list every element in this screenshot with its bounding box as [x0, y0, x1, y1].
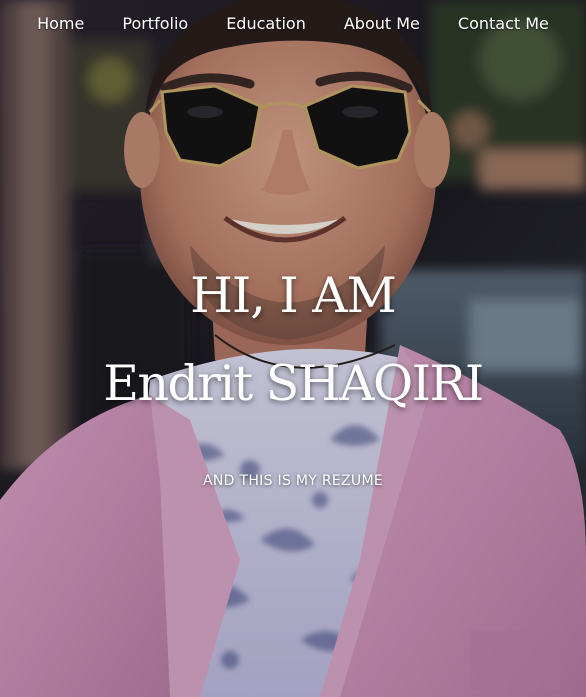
hero-subtitle: AND THIS IS MY REZUME — [202, 473, 383, 489]
nav-education-link[interactable]: Education — [207, 0, 325, 48]
top-navigation: Home Portfolio Education About Me Contac… — [0, 0, 586, 48]
nav-home-link[interactable]: Home — [18, 0, 103, 48]
nav-contact-link[interactable]: Contact Me — [439, 0, 568, 48]
hero-name: Endrit SHAQIRI — [103, 355, 484, 412]
hero-section: Home Portfolio Education About Me Contac… — [0, 0, 586, 697]
nav-portfolio-link[interactable]: Portfolio — [103, 0, 207, 48]
hero-greeting: HI, I AM — [190, 267, 397, 324]
nav-about-link[interactable]: About Me — [325, 0, 439, 48]
overlay — [0, 0, 586, 697]
